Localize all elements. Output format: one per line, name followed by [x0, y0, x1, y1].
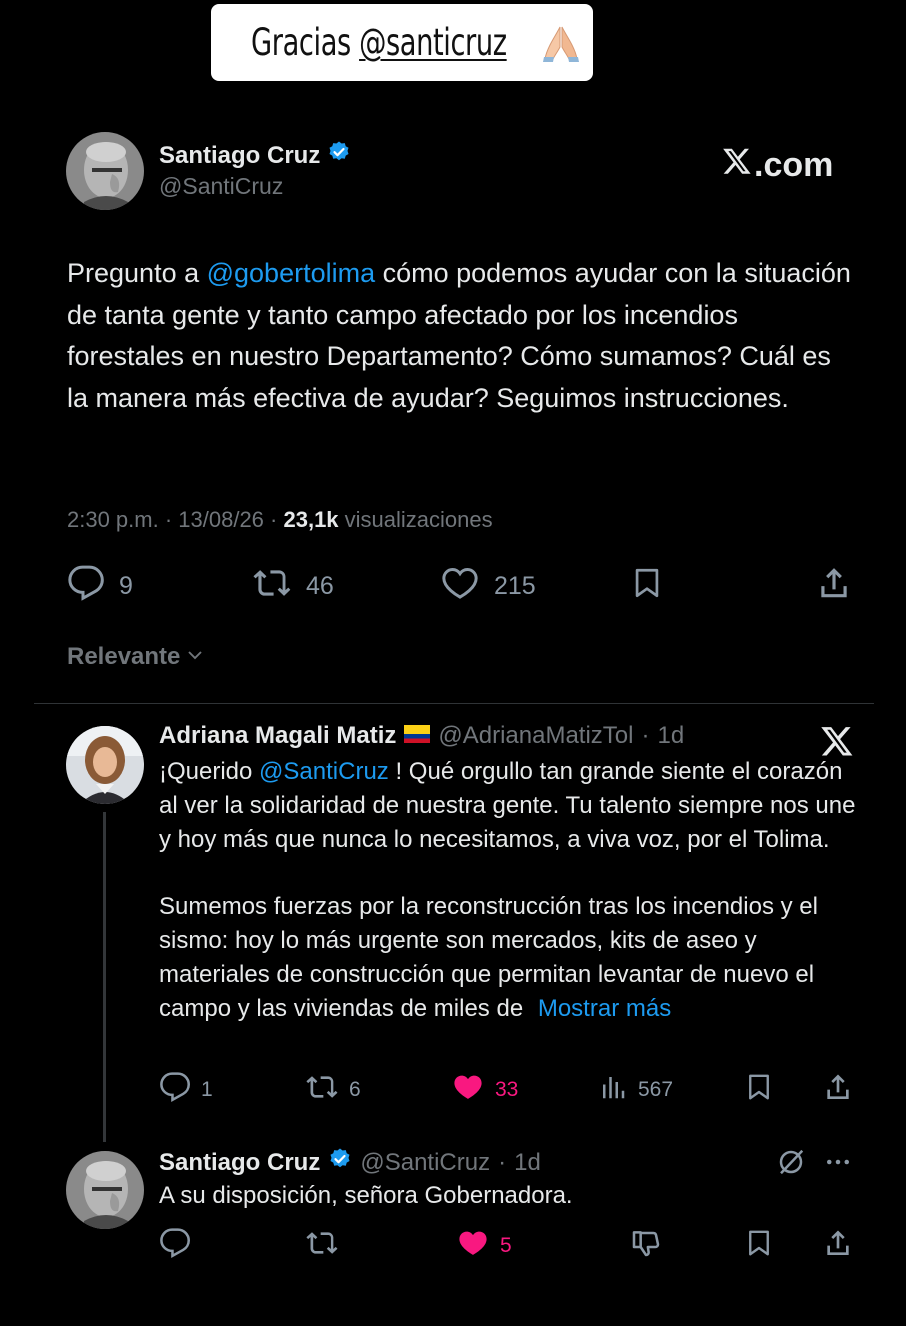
- thumbs-down-icon: [630, 1231, 662, 1263]
- show-more-link[interactable]: Mostrar más: [538, 995, 671, 1022]
- reply-icon: [67, 564, 105, 609]
- reply2-author-name[interactable]: Santiago Cruz: [159, 1149, 320, 1177]
- sort-dropdown[interactable]: Relevante: [67, 643, 204, 671]
- tweet-text: Pregunto a @gobertolima cómo podemos ayu…: [67, 258, 851, 413]
- reply2-bookmark-button[interactable]: [744, 1227, 774, 1264]
- analytics-icon: [598, 1071, 628, 1109]
- share-icon: [822, 1074, 854, 1107]
- sticker-mention: @santicruz: [359, 21, 507, 64]
- heart-icon: [440, 564, 480, 609]
- more-options-icon[interactable]: [822, 1147, 854, 1182]
- reply-age[interactable]: 1d: [657, 722, 684, 750]
- divider: [34, 703, 874, 704]
- repost-icon: [305, 1227, 339, 1265]
- share-icon: [815, 568, 853, 606]
- reply-header: Adriana Magali Matiz @AdrianaMatizTol · 1d: [159, 722, 685, 750]
- tweet-date[interactable]: 13/08/26: [178, 507, 264, 532]
- bookmark-icon: [630, 568, 664, 606]
- views-label: visualizaciones: [344, 507, 493, 532]
- reply-icon: [159, 1071, 191, 1109]
- repost-count: 6: [349, 1078, 361, 1101]
- share-icon: [822, 1230, 854, 1263]
- reply-author-name[interactable]: Adriana Magali Matiz: [159, 722, 396, 750]
- reply2-share-button[interactable]: [822, 1227, 854, 1264]
- reply-count: 1: [201, 1078, 213, 1101]
- reply2-reply-button[interactable]: [159, 1227, 191, 1265]
- reply-text: ¡Querido @SantiCruz ! Qué orgullo tan gr…: [159, 758, 856, 1022]
- views-count: 23,1k: [283, 507, 339, 532]
- tweet-time[interactable]: 2:30 p.m.: [67, 507, 159, 532]
- repost-button[interactable]: 46: [252, 564, 334, 609]
- reply-author-handle[interactable]: @AdrianaMatizTol: [438, 722, 633, 750]
- bookmark-button[interactable]: [630, 564, 664, 607]
- like-count: 215: [494, 572, 536, 600]
- folded-hands-icon: [541, 23, 581, 63]
- repost-icon: [305, 1071, 339, 1109]
- reply2-text: A su disposición, señora Gobernadora.: [159, 1182, 573, 1209]
- like-count: 33: [495, 1078, 519, 1101]
- story-sticker: Gracias @santicruz: [211, 4, 593, 81]
- author-name-row: Santiago Cruz: [159, 140, 351, 171]
- tweet-meta: 2:30 p.m. · 13/08/26 · 23,1k visualizaci…: [67, 507, 493, 532]
- reply-button[interactable]: 9: [67, 564, 133, 609]
- x-brand-text: .com: [754, 146, 834, 184]
- verified-badge-icon: [327, 140, 351, 171]
- colombia-flag-icon: [404, 722, 431, 750]
- reply2-author-avatar[interactable]: [66, 1151, 144, 1229]
- grok-icon[interactable]: [776, 1147, 806, 1182]
- mention-link[interactable]: @gobertolima: [207, 258, 376, 288]
- reply-views-button[interactable]: 567: [598, 1071, 673, 1109]
- mention-link[interactable]: @SantiCruz: [259, 758, 389, 785]
- reply-like-button[interactable]: 33: [451, 1071, 518, 1109]
- thread-line: [103, 812, 106, 1142]
- reply2-like-button[interactable]: 5: [456, 1227, 512, 1265]
- heart-filled-icon: [451, 1071, 485, 1109]
- reply-icon: [159, 1227, 191, 1265]
- x-brand: .com: [722, 146, 833, 185]
- author-name[interactable]: Santiago Cruz: [159, 142, 320, 170]
- heart-filled-icon: [456, 1227, 490, 1265]
- like-button[interactable]: 215: [440, 564, 536, 609]
- reply-repost-button[interactable]: 6: [305, 1071, 361, 1109]
- x-logo-icon: [722, 146, 752, 185]
- chevron-down-icon: [186, 643, 204, 671]
- views-count: 567: [638, 1078, 674, 1101]
- reply2-author-handle[interactable]: @SantiCruz: [360, 1149, 490, 1177]
- reply2-age[interactable]: 1d: [514, 1149, 541, 1177]
- reply-share-button[interactable]: [822, 1071, 854, 1108]
- reply2-downvote-button[interactable]: [630, 1227, 662, 1264]
- reply-count: 9: [119, 572, 133, 600]
- like-count: 5: [500, 1234, 512, 1257]
- sticker-text: Gracias @santicruz: [251, 21, 507, 64]
- reply-reply-button[interactable]: 1: [159, 1071, 213, 1109]
- author-handle[interactable]: @SantiCruz: [159, 173, 283, 200]
- reply2-header: Santiago Cruz @SantiCruz · 1d: [159, 1147, 541, 1178]
- share-button[interactable]: [815, 564, 853, 607]
- repost-count: 46: [306, 572, 334, 600]
- bookmark-icon: [744, 1230, 774, 1263]
- verified-badge-icon: [328, 1147, 352, 1178]
- reply-author-avatar[interactable]: [66, 726, 144, 804]
- author-avatar[interactable]: [66, 132, 144, 210]
- bookmark-icon: [744, 1074, 774, 1107]
- repost-icon: [252, 564, 292, 609]
- sort-label: Relevante: [67, 643, 181, 670]
- reply2-repost-button[interactable]: [305, 1227, 339, 1265]
- reply-bookmark-button[interactable]: [744, 1071, 774, 1108]
